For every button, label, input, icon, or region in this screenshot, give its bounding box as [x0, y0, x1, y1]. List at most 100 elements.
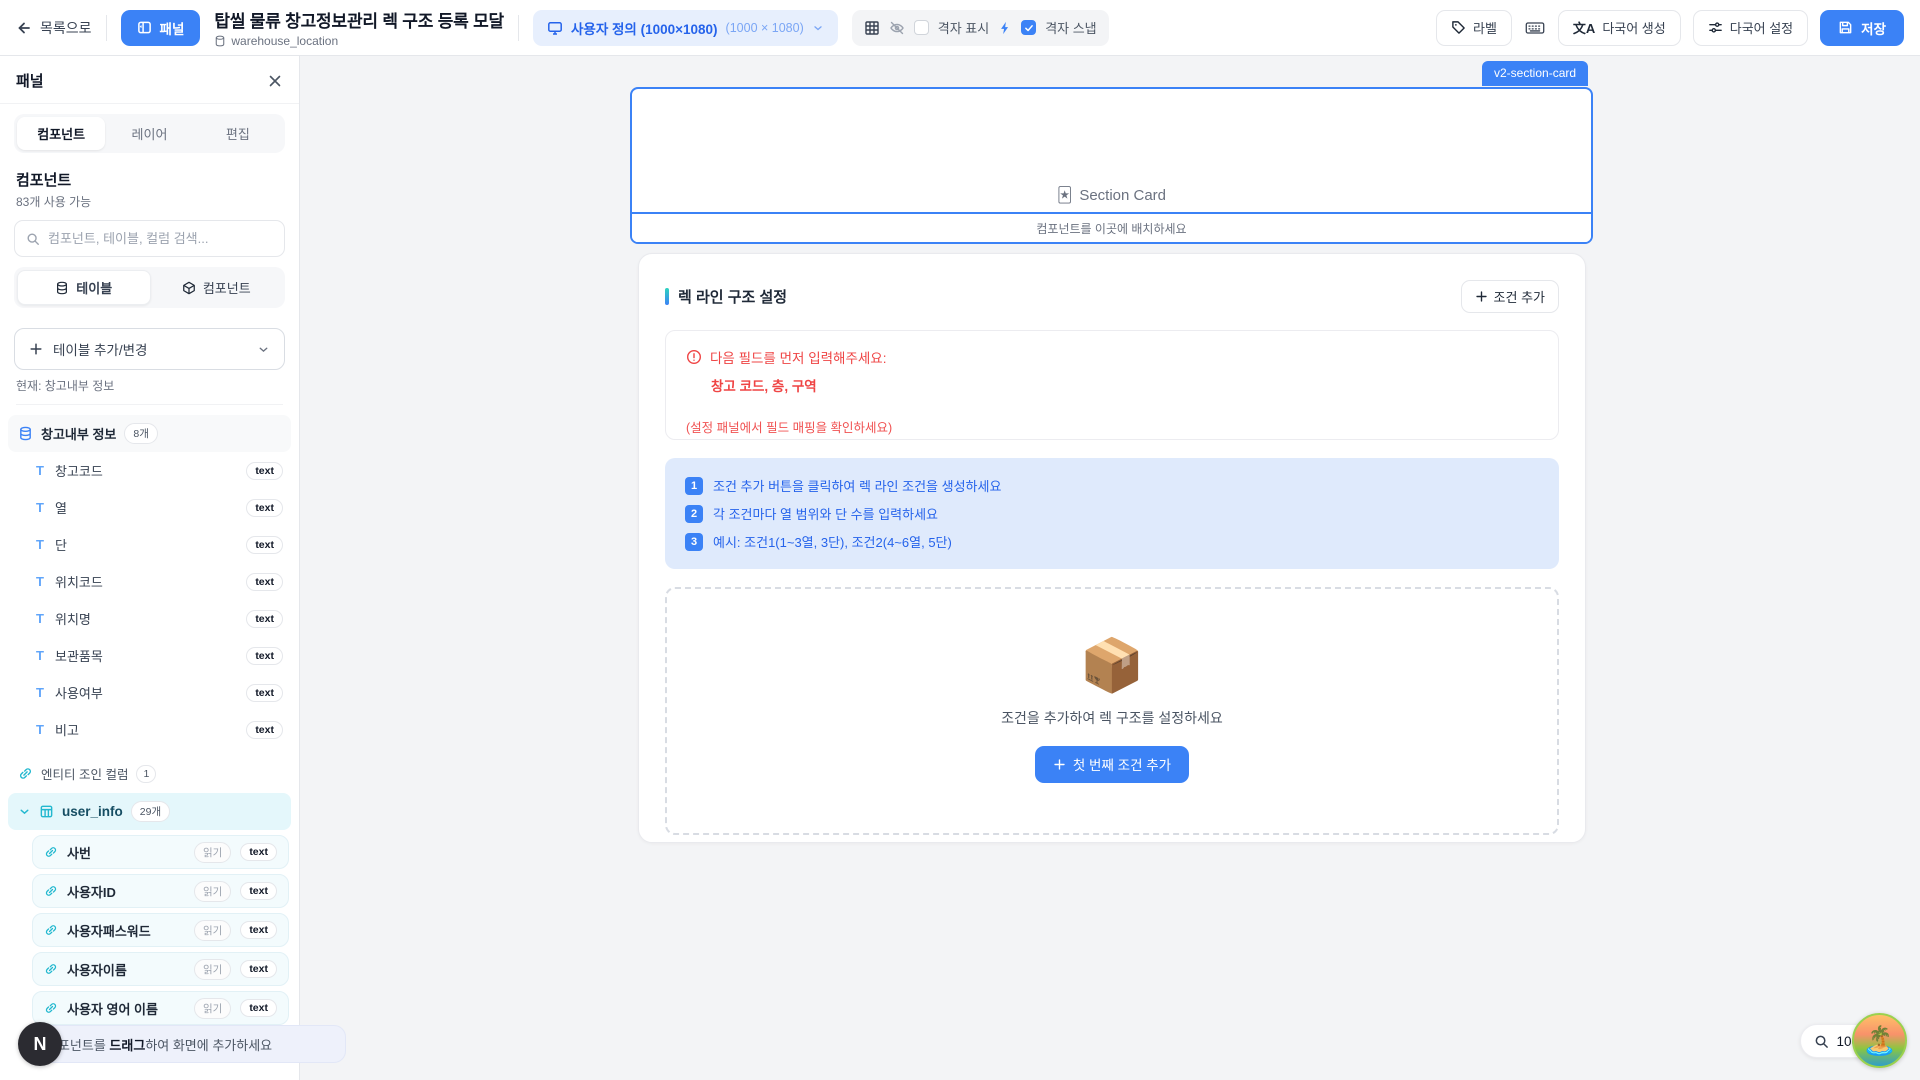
- field-item[interactable]: T 비고 text: [8, 711, 291, 748]
- grid-icon[interactable]: [864, 20, 880, 36]
- field-type-badge: text: [246, 721, 283, 739]
- field-label: 사용여부: [55, 683, 237, 702]
- join-table-user-info[interactable]: user_info 29개: [8, 793, 291, 830]
- island-extension-icon[interactable]: 🏝️: [1852, 1013, 1907, 1068]
- entity-join-count-badge: 1: [136, 765, 156, 783]
- field-list: 창고내부 정보 8개 T 창고코드 text T 열: [0, 405, 299, 1080]
- field-item[interactable]: T 보관품목 text: [8, 637, 291, 674]
- component-dropzone[interactable]: 컴포넌트를 이곳에 배치하세요: [632, 212, 1591, 242]
- readonly-badge: 읽기: [194, 842, 231, 863]
- eye-off-icon[interactable]: [889, 20, 905, 36]
- add-condition-button[interactable]: 조건 추가: [1461, 280, 1559, 313]
- grid-show-checkbox[interactable]: [914, 20, 929, 35]
- field-type-badge: text: [240, 882, 277, 900]
- panel-toggle-button[interactable]: 패널: [121, 10, 201, 46]
- instruction-step: 3 예시: 조건1(1~3열, 3단), 조건2(4~6열, 5단): [685, 532, 1539, 551]
- table-grid-icon: [39, 804, 54, 819]
- user-avatar[interactable]: N: [18, 1022, 62, 1066]
- selection-type-badge: v2-section-card: [1482, 61, 1588, 86]
- save-icon: [1838, 20, 1853, 35]
- join-field-label: 사용자ID: [67, 882, 185, 901]
- tab-layers[interactable]: 레이어: [105, 117, 193, 150]
- join-field-item[interactable]: 사용자 영어 이름 읽기 text: [32, 991, 289, 1025]
- plus-icon: [1475, 290, 1488, 303]
- close-icon[interactable]: [267, 73, 283, 89]
- field-label: 위치명: [55, 609, 237, 628]
- field-item[interactable]: T 열 text: [8, 489, 291, 526]
- label-button[interactable]: 라벨: [1436, 10, 1512, 46]
- text-type-icon: T: [34, 463, 46, 478]
- add-table-dropdown[interactable]: 테이블 추가/변경: [14, 328, 285, 370]
- grid-snap-label: 격자 스냅: [1045, 18, 1096, 37]
- search-box: [14, 220, 285, 257]
- panel-title: 패널: [16, 70, 44, 91]
- tab-components[interactable]: 컴포넌트: [17, 117, 105, 150]
- database-icon: [18, 426, 33, 441]
- join-field-item[interactable]: 사용자이름 읽기 text: [32, 952, 289, 986]
- link-icon: [44, 1001, 58, 1015]
- table-group-name: 창고내부 정보: [41, 424, 116, 443]
- search-icon: [26, 232, 40, 246]
- section-accent-bar: [665, 288, 669, 305]
- conditions-empty-state: 📦 조건을 추가하여 렉 구조를 설정하세요 첫 번째 조건 추가: [665, 587, 1559, 835]
- join-field-item[interactable]: 사번 읽기 text: [32, 835, 289, 869]
- step-number-badge: 2: [685, 505, 703, 523]
- search-input[interactable]: [48, 231, 273, 246]
- tab-edit[interactable]: 편집: [194, 117, 282, 150]
- rack-structure-card: 렉 라인 구조 설정 조건 추가 다음 필드를 먼저 입력해주세요: 창고 코드…: [638, 253, 1586, 843]
- save-button[interactable]: 저장: [1820, 10, 1904, 46]
- field-type-badge: text: [240, 960, 277, 978]
- table-source-label: warehouse_location: [231, 34, 338, 48]
- viewport-size-selector[interactable]: 사용자 정의 (1000×1080) (1000 × 1080): [533, 10, 838, 46]
- join-field-label: 사용자 영어 이름: [67, 999, 185, 1018]
- readonly-badge: 읽기: [194, 998, 231, 1019]
- divider: [106, 15, 107, 41]
- i18n-settings-button[interactable]: 다국어 설정: [1693, 10, 1808, 46]
- join-field-item[interactable]: 사용자패스워드 읽기 text: [32, 913, 289, 947]
- magnifier-icon: [1814, 1034, 1829, 1049]
- rack-section-title: 렉 라인 구조 설정: [678, 286, 787, 307]
- components-heading: 컴포넌트: [16, 169, 283, 190]
- grid-show-label: 격자 표시: [938, 18, 989, 37]
- join-field-item[interactable]: 사용자ID 읽기 text: [32, 874, 289, 908]
- field-item[interactable]: T 창고코드 text: [8, 452, 291, 489]
- field-type-badge: text: [246, 610, 283, 628]
- field-item[interactable]: T 위치코드 text: [8, 563, 291, 600]
- design-canvas[interactable]: v2-section-card 🃏 Section Card 컴포넌트를 이곳에…: [300, 56, 1920, 1080]
- field-item[interactable]: T 위치명 text: [8, 600, 291, 637]
- instruction-steps: 1 조건 추가 버튼을 클릭하여 렉 라인 조건을 생성하세요 2 각 조건마다…: [665, 458, 1559, 569]
- field-type-badge: text: [246, 573, 283, 591]
- warning-line3: (설정 패널에서 필드 매핑을 확인하세요): [686, 417, 1538, 436]
- card-icon: 🃏: [1057, 186, 1072, 204]
- component-panel: 패널 컴포넌트 레이어 편집 컴포넌트 83개 사용 가능 테이블: [0, 56, 300, 1080]
- field-item[interactable]: T 단 text: [8, 526, 291, 563]
- top-toolbar: 목록으로 패널 탑씰 물류 창고정보관리 렉 구조 등록 모달 warehous…: [0, 0, 1920, 56]
- back-to-list-button[interactable]: 목록으로: [16, 18, 92, 38]
- field-type-badge: text: [246, 684, 283, 702]
- i18n-generate-button[interactable]: 文A 다국어 생성: [1558, 10, 1681, 46]
- add-first-condition-button[interactable]: 첫 번째 조건 추가: [1035, 746, 1189, 783]
- source-mode-toggle: 테이블 컴포넌트: [14, 267, 285, 308]
- database-icon: [214, 35, 226, 47]
- section-card-component[interactable]: 🃏 Section Card 컴포넌트를 이곳에 배치하세요: [630, 87, 1593, 244]
- text-type-icon: T: [34, 537, 46, 552]
- panel-tabs: 컴포넌트 레이어 편집: [14, 114, 285, 153]
- empty-state-text: 조건을 추가하여 렉 구조를 설정하세요: [1001, 708, 1223, 728]
- mode-component-button[interactable]: 컴포넌트: [151, 270, 283, 305]
- mode-table-button[interactable]: 테이블: [17, 270, 151, 305]
- join-field-label: 사용자패스워드: [67, 921, 185, 940]
- field-label: 열: [55, 498, 237, 517]
- field-type-badge: text: [246, 499, 283, 517]
- step-number-badge: 3: [685, 533, 703, 551]
- components-available-count: 83개 사용 가능: [16, 193, 283, 210]
- grid-snap-checkbox[interactable]: [1021, 20, 1036, 35]
- viewport-size: (1000 × 1080): [726, 21, 804, 35]
- link-icon: [44, 884, 58, 898]
- table-group-header[interactable]: 창고내부 정보 8개: [8, 415, 291, 452]
- text-type-icon: T: [34, 611, 46, 626]
- field-item[interactable]: T 사용여부 text: [8, 674, 291, 711]
- text-type-icon: T: [34, 500, 46, 515]
- text-type-icon: T: [34, 648, 46, 663]
- step-text: 예시: 조건1(1~3열, 3단), 조건2(4~6열, 5단): [713, 532, 952, 551]
- keyboard-shortcuts-icon[interactable]: [1524, 17, 1546, 39]
